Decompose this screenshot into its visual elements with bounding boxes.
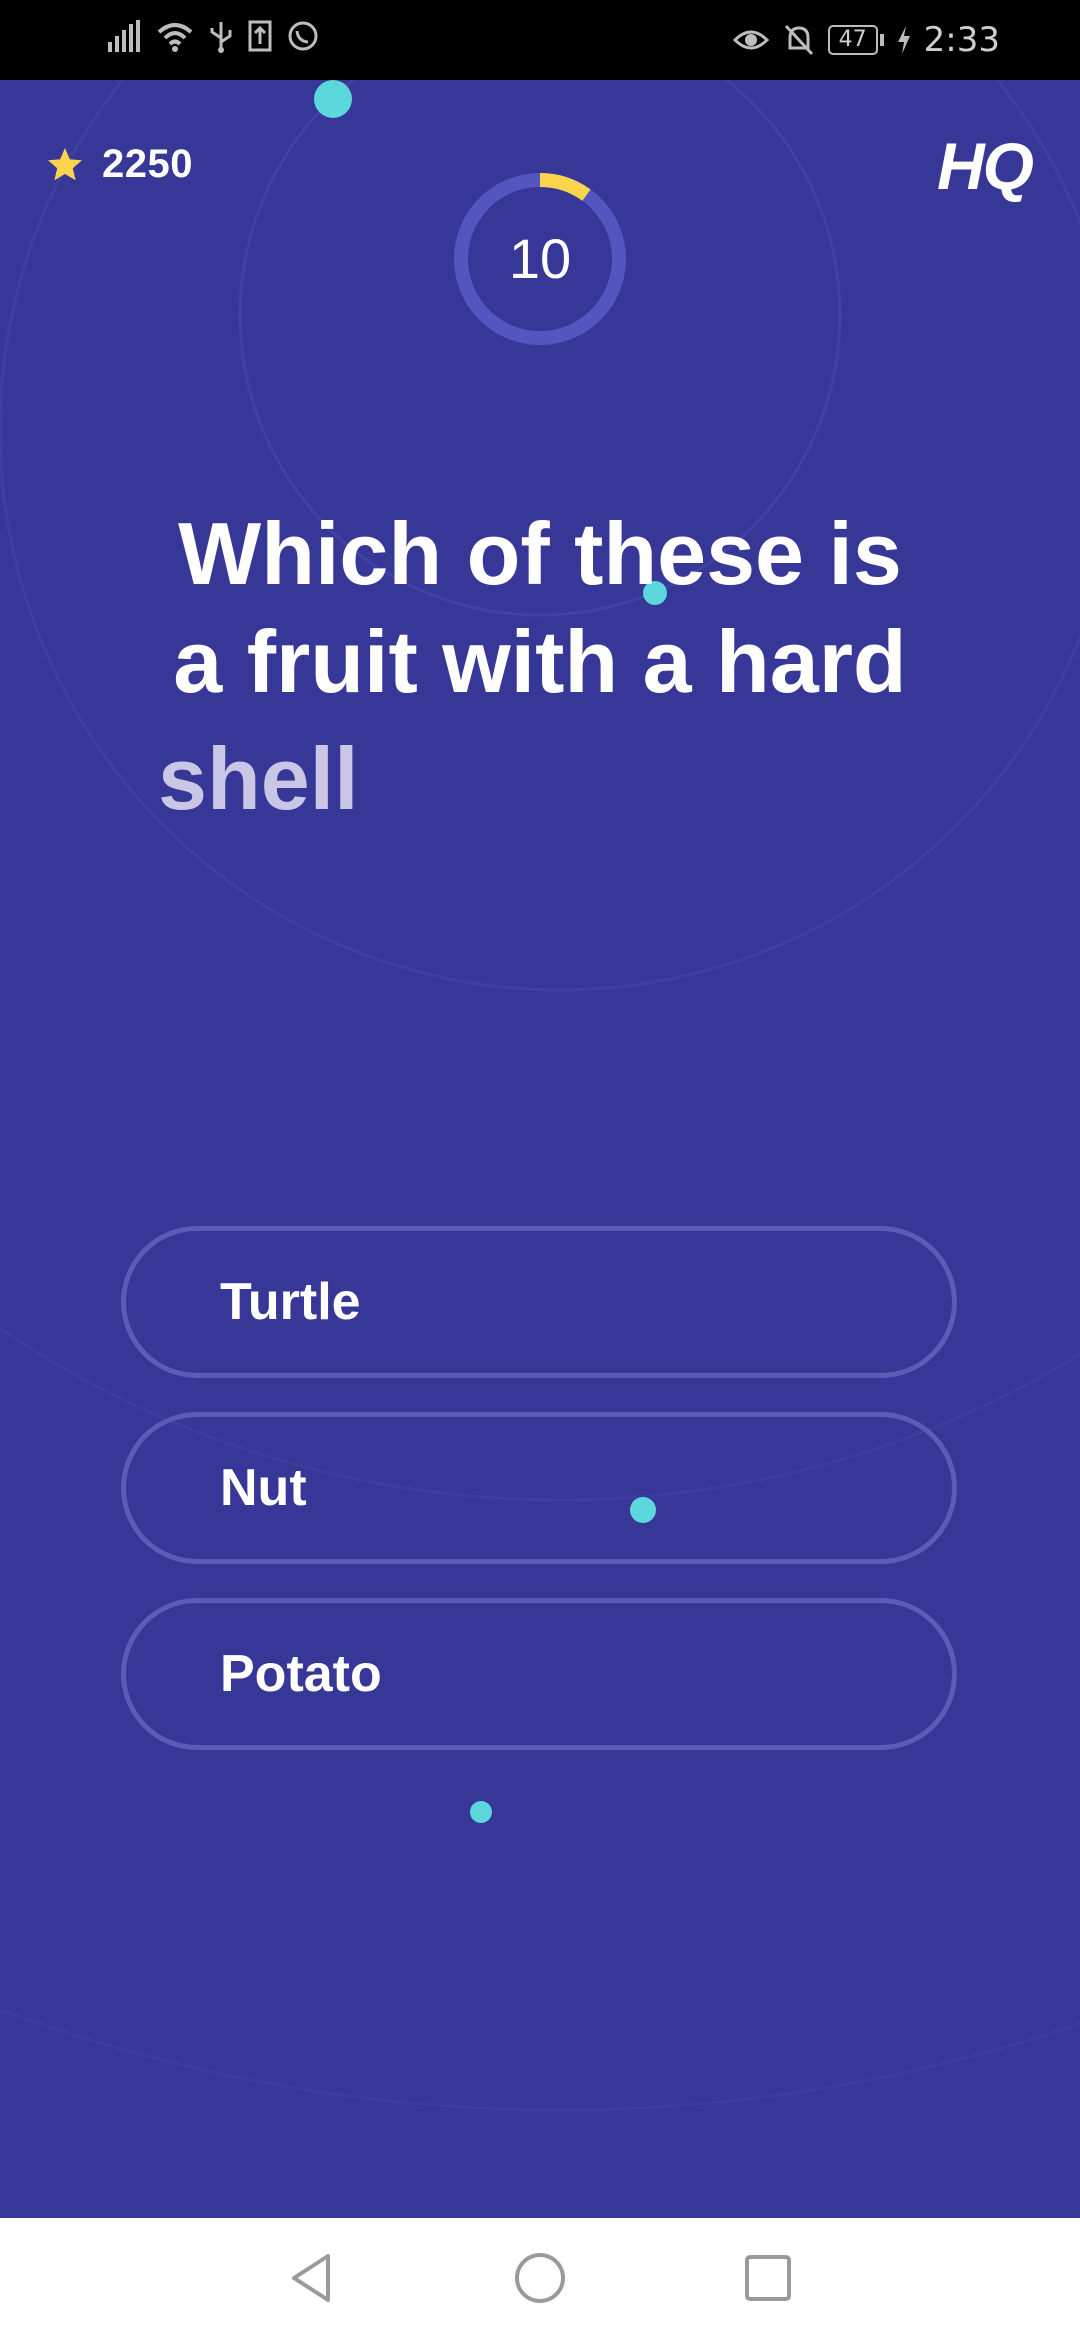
score-display: 2250 bbox=[46, 142, 193, 187]
home-circle-icon[interactable] bbox=[510, 2248, 570, 2308]
recents-square-icon[interactable] bbox=[738, 2248, 798, 2308]
whatsapp-icon bbox=[288, 21, 318, 51]
question-text: Which of these is a fruit with a hard bbox=[173, 504, 907, 711]
eye-icon bbox=[732, 30, 769, 50]
back-triangle-icon[interactable] bbox=[282, 2248, 342, 2308]
wifi-icon bbox=[157, 23, 193, 52]
answer-option-turtle[interactable]: Turtle bbox=[121, 1226, 957, 1378]
usb-icon bbox=[210, 22, 232, 53]
star-icon bbox=[48, 147, 82, 180]
answer-label: Nut bbox=[220, 1459, 307, 1517]
answer-option-potato[interactable]: Potato bbox=[121, 1598, 957, 1750]
status-time: 2:33 bbox=[923, 20, 1000, 60]
charging-icon bbox=[897, 26, 910, 54]
score-value: 2250 bbox=[102, 142, 193, 186]
answer-label: Potato bbox=[220, 1645, 382, 1703]
status-right-icons: 47 2:33 bbox=[732, 18, 1000, 62]
decor-dot bbox=[314, 80, 352, 118]
upload-icon bbox=[248, 20, 272, 52]
timer-seconds: 10 bbox=[508, 227, 572, 290]
countdown-timer: 10 bbox=[453, 172, 627, 346]
battery-icon: 47 bbox=[827, 25, 884, 55]
signal-icon bbox=[108, 20, 140, 52]
status-left-icons bbox=[106, 18, 320, 54]
battery-level: 47 bbox=[827, 25, 878, 55]
answer-label: Turtle bbox=[220, 1273, 361, 1331]
decor-dot bbox=[470, 1801, 492, 1823]
mute-bell-icon bbox=[784, 24, 813, 56]
battery-tip bbox=[879, 34, 884, 46]
question-text-typing: shell bbox=[158, 729, 359, 828]
hq-logo: HQ bbox=[937, 129, 1034, 203]
system-nav-bar bbox=[0, 2218, 1080, 2340]
status-bar: 47 2:33 bbox=[0, 0, 1080, 80]
background-rings bbox=[0, 80, 1080, 2112]
answer-option-nut[interactable]: Nut bbox=[121, 1412, 957, 1564]
